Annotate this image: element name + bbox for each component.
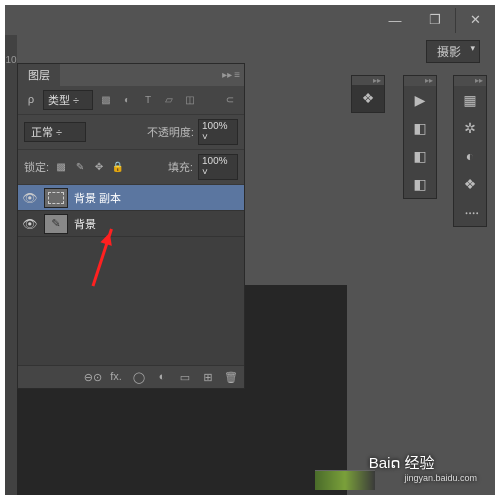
dock-column-3: ▸▸ ▦ ✲ ◐ ❖ ᠁ — [453, 75, 487, 227]
dock-column-1: ▸▸ ❖ — [351, 75, 385, 113]
workspace-selector[interactable]: 摄影 — [426, 40, 480, 63]
layer-thumbnail[interactable] — [44, 188, 68, 208]
lock-row: 锁定: ▩ ✎ ✥ 🔒 填充: 100% ˅ — [18, 150, 244, 185]
visibility-icon[interactable]: 👁 — [22, 190, 38, 206]
layer-name[interactable]: 背景 副本 — [74, 190, 121, 206]
dock-header[interactable]: ▸▸ — [352, 76, 384, 85]
filter-pixel-icon[interactable]: ▩ — [98, 93, 114, 107]
filter-type-icon[interactable]: T — [140, 93, 156, 107]
annotation-arrow — [92, 229, 113, 287]
blend-row: 正常 ÷ 不透明度: 100% ˅ — [18, 115, 244, 150]
watermark-text: 经验 — [404, 455, 434, 472]
paths-icon[interactable]: ᠁ — [454, 198, 486, 226]
left-ruler: 10 — [5, 35, 17, 495]
navigator-icon[interactable]: ✲ — [454, 114, 486, 142]
visibility-icon[interactable]: 👁 — [22, 216, 38, 232]
layer-item[interactable]: 👁 背景 副本 — [18, 185, 244, 211]
watermark-brand: Baiດ — [369, 454, 401, 472]
collapse-icon[interactable]: ▸▸ — [222, 70, 232, 81]
fill-label: 填充: — [168, 159, 193, 175]
opacity-input[interactable]: 100% ˅ — [198, 119, 238, 145]
dock-header[interactable]: ▸▸ — [404, 76, 436, 86]
layer-name[interactable]: 背景 — [74, 216, 96, 232]
opacity-label: 不透明度: — [147, 124, 194, 140]
filter-shape-icon[interactable]: ▱ — [161, 93, 177, 107]
layers-panel-footer: ⊖⊙ fx. ◯ ◐ ▭ ⊞ 🗑 — [18, 365, 244, 388]
swatches-icon[interactable]: ❖ — [454, 170, 486, 198]
mask-icon[interactable]: ◯ — [132, 370, 146, 384]
filter-toggle[interactable]: ⊂ — [222, 93, 238, 107]
minimize-button[interactable]: — — [375, 8, 415, 33]
filter-adjust-icon[interactable]: ◐ — [119, 93, 135, 107]
layer-filter-row: ρ 类型 ÷ ▩ ◐ T ▱ ◫ ⊂ — [18, 86, 244, 115]
dock-header[interactable]: ▸▸ — [454, 76, 486, 86]
image-preview-strip — [315, 470, 375, 490]
layer-thumbnail[interactable] — [44, 214, 68, 234]
options-bar: 摄影 — [426, 40, 480, 63]
layers-tab[interactable]: 图层 — [18, 64, 60, 86]
lock-all-icon[interactable]: 🔒 — [111, 160, 125, 174]
watermark-sub: jingyan.baidu.com — [404, 473, 477, 483]
blend-mode-select[interactable]: 正常 ÷ — [24, 122, 86, 142]
panel-icon[interactable]: ◧ — [404, 170, 436, 198]
fill-input[interactable]: 100% ˅ — [198, 154, 238, 180]
panel-icon[interactable]: ◧ — [404, 114, 436, 142]
histogram-icon[interactable]: ▦ — [454, 86, 486, 114]
panel-icon[interactable]: ◧ — [404, 142, 436, 170]
actions-icon[interactable]: ▶ — [404, 86, 436, 114]
panel-menu-icon[interactable]: ≡ — [234, 70, 240, 81]
color-icon[interactable]: ◐ — [454, 142, 486, 170]
layers-panel: 图层 ▸▸ ≡ ρ 类型 ÷ ▩ ◐ T ▱ ◫ ⊂ 正常 ÷ 不透明度: 10… — [17, 63, 245, 389]
restore-button[interactable]: ❐ — [415, 8, 455, 33]
new-layer-icon[interactable]: ⊞ — [201, 370, 215, 384]
window-titlebar: — ❐ ✕ — [375, 5, 495, 35]
lock-label: 锁定: — [24, 159, 49, 175]
lock-transparent-icon[interactable]: ▩ — [54, 160, 68, 174]
adjustment-icon[interactable]: ◐ — [155, 370, 169, 384]
search-filter-icon[interactable]: ρ — [24, 93, 38, 107]
layers-dock-icon[interactable]: ❖ — [352, 85, 384, 112]
lock-position-icon[interactable]: ✥ — [92, 160, 106, 174]
layer-item[interactable]: 👁 背景 — [18, 211, 244, 237]
delete-layer-icon[interactable]: 🗑 — [224, 370, 238, 384]
watermark: Baiດ 经验 jingyan.baidu.com — [369, 452, 477, 483]
lock-pixels-icon[interactable]: ✎ — [73, 160, 87, 174]
group-icon[interactable]: ▭ — [178, 370, 192, 384]
fx-icon[interactable]: fx. — [109, 370, 123, 384]
layers-list: 👁 背景 副本 👁 背景 — [18, 185, 244, 365]
close-button[interactable]: ✕ — [455, 8, 495, 33]
filter-kind-select[interactable]: 类型 ÷ — [43, 90, 93, 110]
link-layers-icon[interactable]: ⊖⊙ — [86, 370, 100, 384]
dock-column-2: ▸▸ ▶ ◧ ◧ ◧ — [403, 75, 437, 199]
filter-smart-icon[interactable]: ◫ — [182, 93, 198, 107]
panel-tabs: 图层 ▸▸ ≡ — [18, 64, 244, 86]
panel-menu: ▸▸ ≡ — [222, 70, 244, 81]
